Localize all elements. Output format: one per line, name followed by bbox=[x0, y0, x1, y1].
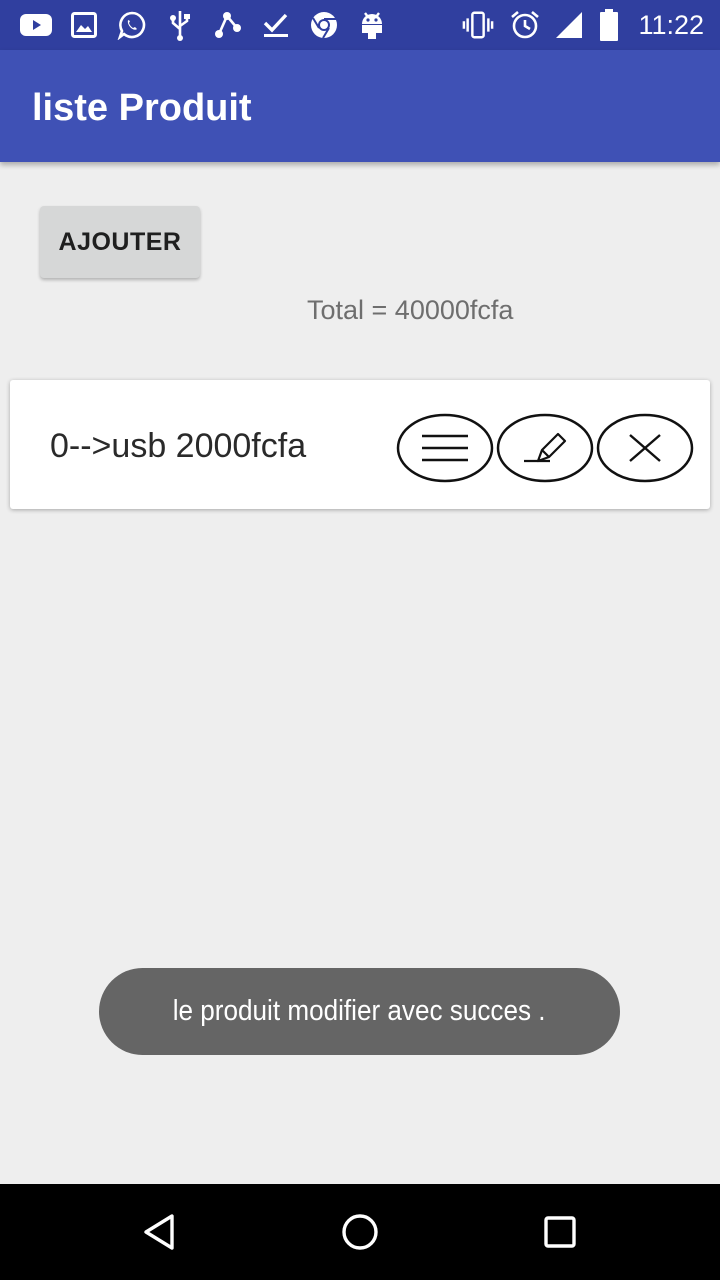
edit-button[interactable] bbox=[496, 413, 594, 483]
check-icon bbox=[260, 9, 292, 41]
add-button[interactable]: AJOUTER bbox=[40, 206, 200, 278]
home-icon bbox=[342, 1214, 378, 1250]
home-button[interactable] bbox=[330, 1202, 390, 1262]
battery-icon bbox=[593, 9, 625, 41]
chrome-icon bbox=[308, 9, 340, 41]
share-icon bbox=[212, 9, 244, 41]
image-icon bbox=[68, 9, 100, 41]
toast: le produit modifier avec succes . bbox=[99, 968, 620, 1055]
alarm-icon bbox=[509, 9, 541, 41]
recents-icon bbox=[544, 1216, 576, 1248]
list-item[interactable]: 0-->usb 2000fcfa bbox=[10, 380, 710, 509]
clock: 11:22 bbox=[638, 10, 704, 40]
navigation-bar bbox=[0, 1184, 720, 1280]
back-button[interactable] bbox=[130, 1202, 190, 1262]
page-title: liste Produit bbox=[32, 87, 252, 129]
usb-icon bbox=[164, 9, 196, 41]
product-label: 0-->usb 2000fcfa bbox=[50, 427, 307, 465]
status-bar: 11:22 bbox=[0, 0, 720, 50]
recents-button[interactable] bbox=[530, 1202, 590, 1262]
whatsapp-icon bbox=[116, 9, 148, 41]
vibrate-icon bbox=[462, 9, 494, 41]
back-icon bbox=[144, 1214, 174, 1250]
youtube-icon bbox=[20, 9, 52, 41]
delete-icon bbox=[596, 413, 694, 483]
signal-icon bbox=[553, 9, 585, 41]
total-label: Total = 40000fcfa bbox=[307, 295, 514, 325]
edit-icon bbox=[496, 413, 594, 483]
android-icon bbox=[356, 9, 388, 41]
details-icon bbox=[396, 413, 494, 483]
details-button[interactable] bbox=[396, 413, 494, 483]
delete-button[interactable] bbox=[596, 413, 694, 483]
toast-message: le produit modifier avec succes . bbox=[173, 995, 546, 1027]
app-bar: liste Produit bbox=[0, 50, 720, 162]
